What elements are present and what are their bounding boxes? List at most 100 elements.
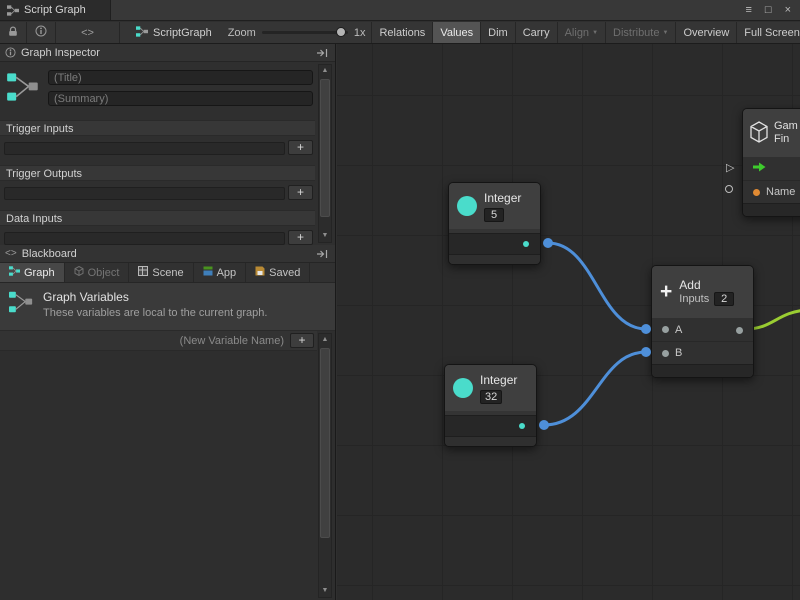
graph-variables-title: Graph Variables <box>43 290 267 304</box>
integer-value-field[interactable]: 5 <box>484 208 504 222</box>
dock-panel-button[interactable] <box>314 249 330 259</box>
name-input-port[interactable] <box>753 189 760 196</box>
lock-button[interactable] <box>0 22 27 43</box>
window-close-icon[interactable]: × <box>785 4 791 16</box>
trigger-inputs-label: Trigger Inputs <box>0 120 315 136</box>
scroll-up-icon[interactable]: ▲ <box>319 334 331 346</box>
window-menu-icon[interactable]: ≡ <box>745 4 751 16</box>
integer-node-header: Integer 5 <box>449 183 540 229</box>
node-title: Add <box>679 278 700 292</box>
inputs-count-field[interactable]: 2 <box>714 292 734 306</box>
relations-button[interactable]: Relations <box>371 22 432 43</box>
info-icon <box>35 25 47 40</box>
graph-tab-icon <box>9 266 20 279</box>
sidebar: Graph Inspector Trigger Inputs + <box>0 44 336 600</box>
toolbar-buttons: Relations Values Dim Carry Align▼ Distri… <box>371 22 800 43</box>
inspect-button[interactable] <box>27 22 56 43</box>
blackboard-scrollbar[interactable]: ▲ ▼ <box>318 333 332 598</box>
script-graph-window: Script Graph ≡ □ × <> ScriptGraph <box>0 0 800 600</box>
zoom-slider-thumb[interactable] <box>336 27 346 37</box>
dim-button[interactable]: Dim <box>480 22 515 43</box>
add-trigger-output-button[interactable]: + <box>288 185 313 200</box>
scroll-down-icon[interactable]: ▼ <box>319 230 331 242</box>
data-inputs-list <box>4 232 285 245</box>
graph-name: ScriptGraph <box>120 26 222 40</box>
tab-object[interactable]: Object <box>65 263 130 282</box>
add-trigger-input-button[interactable]: + <box>288 140 313 155</box>
tab-app[interactable]: App <box>194 263 247 282</box>
integer-type-icon <box>453 378 473 398</box>
graph-canvas[interactable]: Integer 5 Integer 32 <box>337 44 800 600</box>
flow-input-port[interactable]: ▷ <box>726 161 734 174</box>
output-port[interactable] <box>519 423 525 429</box>
values-button[interactable]: Values <box>432 22 480 43</box>
zoom-slider[interactable] <box>262 31 348 34</box>
zoom-label: Zoom <box>228 27 256 39</box>
integer-value-field[interactable]: 32 <box>480 390 502 404</box>
output-port[interactable] <box>523 241 529 247</box>
scroll-thumb[interactable] <box>320 348 330 538</box>
lock-icon <box>8 26 18 40</box>
scroll-down-icon[interactable]: ▼ <box>319 585 331 597</box>
fullscreen-button[interactable]: Full Screen <box>736 22 800 43</box>
window-tab[interactable]: Script Graph <box>0 0 111 20</box>
overview-button[interactable]: Overview <box>675 22 736 43</box>
input-port-b[interactable] <box>662 350 669 357</box>
graph-asset-icon <box>136 26 148 40</box>
integer-node-2[interactable]: Integer 32 <box>444 364 537 447</box>
trigger-inputs-list <box>4 142 285 155</box>
window-tab-title: Script Graph <box>24 4 86 16</box>
zoom-control: Zoom 1x <box>222 27 372 39</box>
saved-tab-icon <box>255 266 265 279</box>
window-maximize-icon[interactable]: □ <box>765 4 772 16</box>
carry-button[interactable]: Carry <box>515 22 557 43</box>
blackboard-header: <> Blackboard <box>0 245 335 263</box>
find-node[interactable]: Gam Fin Name <box>742 108 800 217</box>
graph-summary-input[interactable] <box>48 91 313 106</box>
input-port-a[interactable] <box>662 326 669 333</box>
scroll-thumb[interactable] <box>320 79 330 217</box>
align-button[interactable]: Align▼ <box>557 22 605 43</box>
value-input-port[interactable] <box>725 185 733 193</box>
graph-variables-block: Graph Variables These variables are loca… <box>0 283 335 331</box>
integer-node-header: Integer 32 <box>445 365 536 411</box>
title-bar: Script Graph ≡ □ × <box>0 0 800 21</box>
node-footer <box>652 364 753 377</box>
node-title: Integer <box>480 373 517 387</box>
variables-list-area: + ▲ ▼ <box>0 331 335 600</box>
add-variable-button[interactable]: + <box>290 333 314 348</box>
new-variable-row: + <box>0 331 317 351</box>
node-footer <box>445 437 536 446</box>
code-view-button[interactable]: <> <box>56 22 120 43</box>
scroll-up-icon[interactable]: ▲ <box>319 65 331 77</box>
graph-title-input[interactable] <box>48 70 313 85</box>
node-title: Integer <box>484 191 521 205</box>
graph-icon <box>2 68 44 106</box>
flow-arrow-icon[interactable] <box>753 162 766 175</box>
dropdown-caret-icon: ▼ <box>662 30 668 36</box>
add-node[interactable]: + Add Inputs 2 A B <box>651 265 754 378</box>
window-controls: ≡ □ × <box>745 4 800 16</box>
port-row-a: A <box>652 318 753 341</box>
tab-saved[interactable]: Saved <box>246 263 310 282</box>
blackboard-icon: <> <box>5 248 17 259</box>
inspector-scrollbar[interactable]: ▲ ▼ <box>318 64 332 243</box>
integer-node-1[interactable]: Integer 5 <box>448 182 541 265</box>
cube-icon <box>749 121 769 146</box>
name-port-label: Name <box>766 186 795 198</box>
distribute-button[interactable]: Distribute▼ <box>605 22 675 43</box>
tab-graph[interactable]: Graph <box>0 263 65 282</box>
dock-arrow-icon <box>316 249 328 259</box>
node-title-line1: Gam <box>774 120 798 132</box>
tab-scene[interactable]: Scene <box>129 263 193 282</box>
app-tab-icon <box>203 266 213 279</box>
find-node-header: Gam Fin <box>743 109 800 157</box>
dock-panel-button[interactable] <box>314 48 330 58</box>
code-icon: <> <box>81 27 94 39</box>
new-variable-input[interactable] <box>4 333 290 349</box>
sum-output-port[interactable] <box>736 327 743 334</box>
node-title-line2: Fin <box>774 133 789 145</box>
add-data-input-button[interactable]: + <box>288 230 313 245</box>
integer-type-icon <box>457 196 477 216</box>
dropdown-caret-icon: ▼ <box>592 30 598 36</box>
